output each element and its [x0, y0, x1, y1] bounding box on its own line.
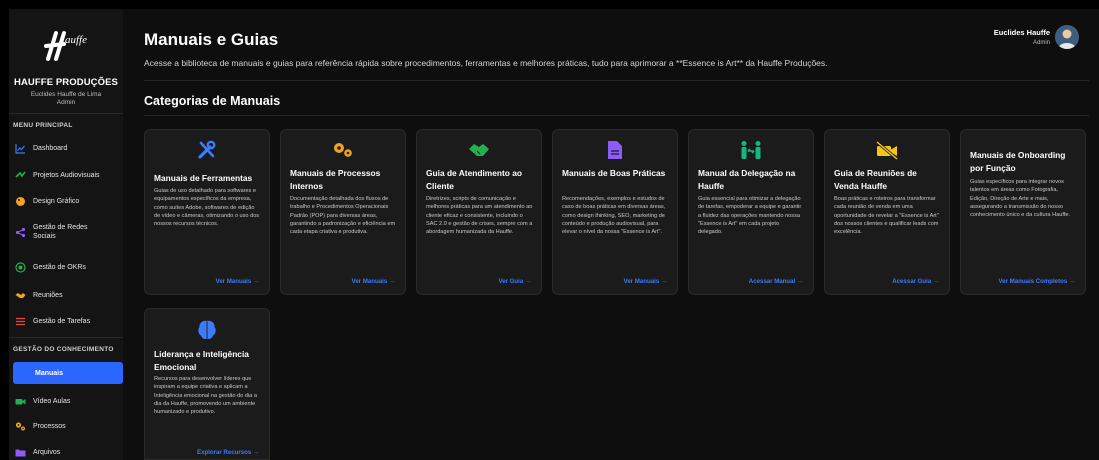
card-reunioes-venda[interactable]: Guia de Reuniões de Venda Hauffe Boas pr…: [824, 129, 950, 295]
sidebar-item-projetos[interactable]: Projetos Audiovisuais: [9, 164, 123, 186]
sidebar-item-tarefas[interactable]: Gestão de Tarefas: [9, 310, 123, 332]
share-icon: [15, 227, 26, 238]
card-link[interactable]: Explorar Recursos →: [197, 449, 259, 456]
card-atendimento[interactable]: Guia de Atendimento ao Cliente Diretrize…: [416, 129, 542, 295]
page-subtitle: Acesse a biblioteca de manuais e guias p…: [144, 58, 828, 68]
target-icon: [15, 261, 26, 273]
sidebar-item-label: Vídeo Aulas: [33, 397, 71, 405]
sidebar-item-reunioes[interactable]: Reuniões: [9, 284, 123, 306]
sidebar-item-design[interactable]: Design Gráfico: [9, 190, 123, 212]
sidebar: auffe HAUFFE PRODUÇÕES Euclides Hauffe d…: [9, 9, 123, 460]
card-description: Guias de uso detalhado para softwares e …: [154, 188, 260, 228]
card-description: Recursos para desenvolver líderes que in…: [154, 376, 257, 416]
card-link[interactable]: Ver Guia →: [498, 278, 531, 285]
card-link[interactable]: Ver Manuais →: [352, 278, 395, 285]
brain-icon: [145, 319, 269, 340]
card-processos[interactable]: Manuais de Processos Internos Documentaç…: [280, 129, 406, 295]
header-divider: [144, 80, 1089, 81]
app-frame: auffe HAUFFE PRODUÇÕES Euclides Hauffe d…: [0, 0, 1099, 460]
card-title: Manuais de Ferramentas: [154, 173, 253, 183]
sidebar-divider: [9, 113, 123, 114]
sidebar-user-role: Admin: [56, 99, 76, 106]
card-link[interactable]: Acessar Guia →: [892, 278, 939, 285]
card-link[interactable]: Ver Manuais Completos →: [998, 278, 1075, 285]
sidebar-item-label: Gestão de OKRs: [33, 263, 86, 271]
card-description: Diretrizes, scripts de comunicação e mel…: [426, 196, 533, 236]
section-title: Categorias de Manuais: [144, 94, 281, 108]
sidebar-user-name: Euclides Hauffe de Lima: [30, 91, 102, 98]
gears-icon: [281, 140, 405, 160]
card-onboarding[interactable]: Manuais de Onboarding por Função Guias e…: [960, 129, 1086, 295]
main-content: Manuais e Guias Acesse a biblioteca de m…: [123, 9, 1099, 460]
avatar[interactable]: [1055, 25, 1079, 49]
section-label-main: MENU PRINCIPAL: [13, 122, 73, 129]
gears-icon: [15, 421, 26, 432]
handshake-icon: [417, 140, 541, 160]
section-divider: [144, 115, 1089, 116]
tools-icon: [145, 140, 269, 160]
sidebar-item-label: Processos: [33, 422, 66, 430]
card-title: Guia de Atendimento ao Cliente: [426, 168, 523, 191]
sidebar-item-arquivos[interactable]: Arquivos: [9, 441, 123, 460]
sidebar-item-label: Design Gráfico: [33, 197, 80, 205]
sidebar-item-dashboard[interactable]: Dashboard: [9, 137, 123, 159]
card-description: Documentação detalhada dos fluxos de tra…: [290, 196, 396, 236]
sidebar-item-label: Manuais: [35, 369, 64, 377]
card-description: Guias específicos para integrar novos ta…: [970, 179, 1071, 219]
card-lideranca[interactable]: Liderança e Inteligência Emocional Recur…: [144, 308, 270, 460]
card-link[interactable]: Acessar Manual →: [749, 278, 803, 285]
video-icon: [15, 170, 26, 181]
delegation-icon: [689, 140, 813, 160]
card-delegacao[interactable]: Manual da Delegação na Hauffe Guia essen…: [688, 129, 814, 295]
svg-text:auffe: auffe: [65, 34, 87, 46]
card-description: Guia essencial para otimizar a delegação…: [698, 196, 802, 236]
chart-icon: [15, 143, 26, 154]
sidebar-item-redes[interactable]: Gestão de Redes Sociais: [9, 219, 123, 245]
sidebar-item-manuais[interactable]: Manuais: [13, 362, 123, 384]
sidebar-item-label: Dashboard: [33, 144, 68, 152]
card-title: Guia de Reuniões de Venda Hauffe: [834, 168, 917, 191]
sidebar-item-label: Gestão de Redes Sociais: [33, 224, 88, 240]
section-label-knowledge: GESTÃO DO CONHECIMENTO: [13, 346, 114, 353]
sidebar-item-okrs[interactable]: Gestão de OKRs: [9, 256, 123, 278]
card-title: Manuais de Processos Internos: [290, 168, 381, 191]
handshake-icon: [15, 290, 26, 301]
header-user-role: Admin: [1032, 40, 1050, 46]
card-title: Manuais de Boas Práticas: [562, 168, 666, 178]
card-description: Recomendações, exemplos e estudos de cas…: [562, 196, 666, 236]
card-link[interactable]: Ver Manuais →: [216, 278, 259, 285]
document-icon: [553, 140, 677, 160]
video-camera-icon: [15, 396, 26, 407]
card-description: Boas práticas e roteiros para transforma…: [834, 196, 939, 236]
sidebar-item-video-aulas[interactable]: Vídeo Aulas: [9, 390, 123, 412]
sidebar-item-processos[interactable]: Processos: [9, 415, 123, 437]
sidebar-item-label: Projetos Audiovisuais: [33, 171, 100, 179]
card-title: Manual da Delegação na Hauffe: [698, 168, 796, 191]
card-title: Liderança e Inteligência Emocional: [154, 349, 249, 372]
folder-icon: [15, 447, 26, 458]
sidebar-item-label: Gestão de Tarefas: [33, 317, 91, 325]
card-boas-praticas[interactable]: Manuais de Boas Práticas Recomendações, …: [552, 129, 678, 295]
sidebar-item-label: Reuniões: [33, 291, 63, 299]
card-title: Manuais de Onboarding por Função: [970, 150, 1066, 173]
sidebar-item-label: Arquivos: [33, 448, 61, 456]
page-title: Manuais e Guias: [144, 30, 279, 49]
sidebar-divider: [9, 337, 123, 338]
list-icon: [15, 316, 26, 327]
card-link[interactable]: Ver Manuais →: [624, 278, 667, 285]
user-menu[interactable]: Euclides Hauffe Admin: [994, 25, 1079, 49]
hauffe-logo: auffe: [44, 31, 87, 61]
header-user-name: Euclides Hauffe: [993, 28, 1050, 37]
no-video-icon: [825, 140, 949, 160]
card-ferramentas[interactable]: Manuais de Ferramentas Guias de uso deta…: [144, 129, 270, 295]
brand-name: HAUFFE PRODUÇÕES: [14, 77, 118, 88]
palette-icon: [15, 196, 26, 207]
